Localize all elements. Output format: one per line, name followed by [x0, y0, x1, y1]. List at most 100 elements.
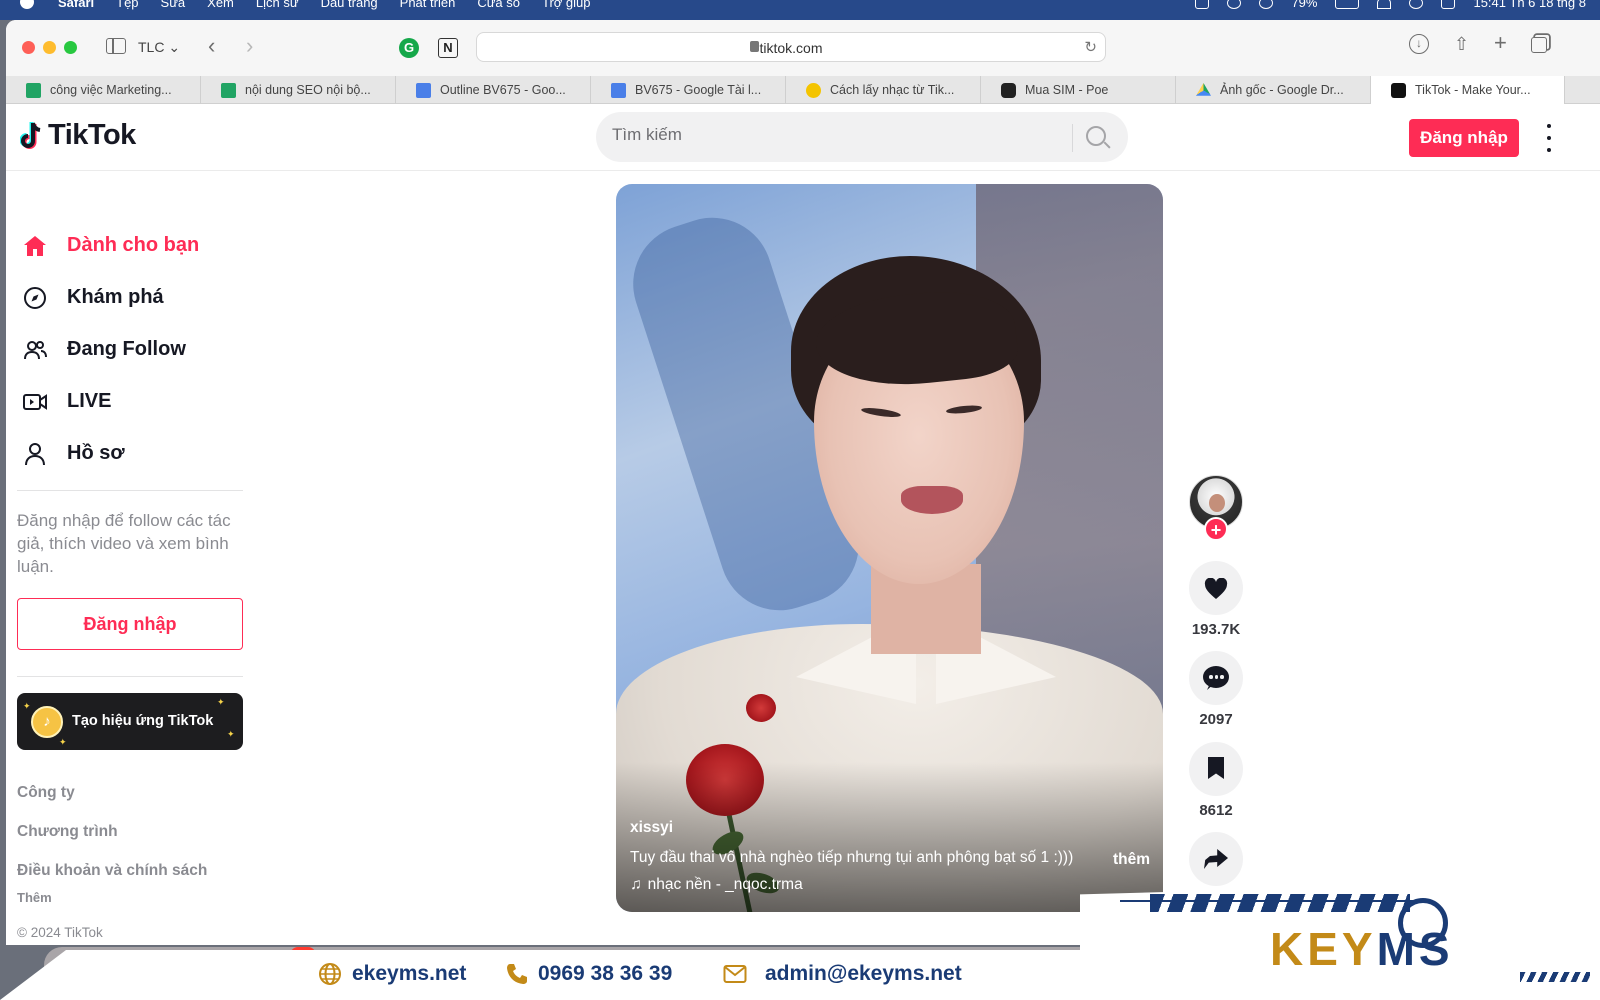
- grammarly-extension-icon[interactable]: G: [399, 38, 419, 58]
- zoom-window-icon[interactable]: [64, 41, 77, 54]
- footer-link-terms[interactable]: Điều khoản và chính sách: [17, 862, 249, 880]
- video-music[interactable]: ♫ nhạc nền - _nqoc.trma: [630, 876, 803, 894]
- control-center-icon[interactable]: [1441, 0, 1456, 9]
- footer-more-link[interactable]: Thêm: [17, 890, 249, 905]
- nav-label: Dành cho bạn: [67, 234, 200, 256]
- menu-file[interactable]: Tệp: [116, 0, 138, 10]
- search-bar: [596, 112, 1128, 162]
- tiktok-wordmark: TikTok: [48, 119, 136, 151]
- minimize-window-icon[interactable]: [43, 41, 56, 54]
- battery-icon[interactable]: [1335, 0, 1360, 9]
- browser-tab[interactable]: Outline BV675 - Goo...: [396, 76, 591, 104]
- browser-tab[interactable]: công việc Marketing...: [6, 76, 201, 104]
- sidebar-footer: Công ty Chương trình Điều khoản và chính…: [17, 784, 249, 940]
- browser-tab[interactable]: BV675 - Google Tài l...: [591, 76, 786, 104]
- following-icon: [24, 341, 47, 360]
- reload-icon[interactable]: ↻: [1084, 38, 1097, 56]
- save-count: 8612: [1199, 802, 1233, 819]
- profile-selector[interactable]: TLC ⌄: [138, 39, 180, 56]
- menu-app-name[interactable]: Safari: [58, 0, 94, 10]
- tab-label: Mua SIM - Poe: [1025, 83, 1109, 97]
- notion-extension-icon[interactable]: N: [438, 38, 458, 58]
- status-icon[interactable]: [1227, 0, 1242, 9]
- status-icon[interactable]: [1259, 0, 1274, 9]
- browser-tab-active[interactable]: TikTok - Make Your...: [1371, 76, 1565, 104]
- menu-view[interactable]: Xem: [207, 0, 234, 10]
- save-button[interactable]: [1189, 742, 1243, 796]
- menubar-clock[interactable]: 15:41 Th 6 18 thg 8: [1473, 0, 1586, 10]
- tiktok-note-svg: [20, 121, 41, 149]
- menu-develop[interactable]: Phát triển: [400, 0, 456, 10]
- apple-menu-icon[interactable]: [20, 0, 34, 9]
- back-icon[interactable]: ‹: [208, 35, 215, 57]
- logo-text-key: KEY: [1270, 923, 1377, 975]
- url-text: tiktok.com: [759, 40, 823, 56]
- heart-icon: [1204, 578, 1228, 599]
- bookmark-icon: [1208, 757, 1224, 779]
- search-icon[interactable]: [1086, 126, 1106, 146]
- compass-icon: [24, 287, 46, 309]
- nav-profile[interactable]: Hồ sơ: [17, 428, 249, 480]
- sidebar-login-button[interactable]: Đăng nhập: [17, 598, 243, 650]
- tab-label: nội dung SEO nội bộ...: [245, 83, 371, 97]
- browser-tab[interactable]: Ảnh gốc - Google Dr...: [1176, 76, 1371, 104]
- share-button[interactable]: [1189, 832, 1243, 886]
- spotlight-icon[interactable]: [1409, 0, 1424, 9]
- menu-window[interactable]: Cửa sổ: [477, 0, 520, 10]
- address-bar[interactable]: tiktok.com ↻: [476, 32, 1106, 62]
- tab-label: TikTok - Make Your...: [1415, 83, 1531, 97]
- share-arrow-icon: [1204, 849, 1228, 869]
- status-icon[interactable]: [1195, 0, 1210, 9]
- music-note-icon: ♫: [630, 876, 642, 893]
- video-author[interactable]: xissyi: [630, 819, 673, 837]
- create-effect-button[interactable]: ♪ Tạo hiệu ứng TikTok ✦ ✦ ✦ ✦: [17, 693, 243, 750]
- follow-plus-icon[interactable]: +: [1204, 517, 1228, 541]
- menu-history[interactable]: Lịch sử: [256, 0, 299, 10]
- close-window-icon[interactable]: [22, 41, 35, 54]
- footer-link-programs[interactable]: Chương trình: [17, 823, 249, 841]
- sparkle-icon: ✦: [217, 697, 225, 707]
- tab-label: công việc Marketing...: [50, 83, 172, 97]
- footer-link-company[interactable]: Công ty: [17, 784, 249, 802]
- music-label: nhạc nền - _nqoc.trma: [647, 876, 803, 893]
- menu-edit[interactable]: Sửa: [161, 0, 186, 10]
- browser-tab[interactable]: Cách lấy nhạc từ Tik...: [786, 76, 981, 104]
- sidebar-toggle-icon[interactable]: [106, 38, 126, 54]
- more-options-icon[interactable]: [1546, 124, 1552, 152]
- downloads-icon[interactable]: ↓: [1409, 34, 1429, 54]
- phone-icon: [507, 964, 527, 984]
- new-tab-icon[interactable]: +: [1494, 32, 1507, 54]
- keyms-logo: KEYMS: [1080, 880, 1600, 1000]
- tiktok-logo[interactable]: TikTok: [18, 119, 136, 152]
- docs-icon: [611, 83, 626, 98]
- nav-explore[interactable]: Khám phá: [17, 272, 249, 324]
- tab-overview-icon[interactable]: [1531, 37, 1547, 53]
- browser-tab[interactable]: Mua SIM - Poe: [981, 76, 1176, 104]
- header-login-button[interactable]: Đăng nhập: [1409, 119, 1519, 157]
- nav-live[interactable]: LIVE: [17, 376, 249, 428]
- sparkle-icon: ✦: [23, 701, 31, 711]
- browser-tab[interactable]: nội dung SEO nội bộ...: [201, 76, 396, 104]
- forward-icon[interactable]: ›: [246, 35, 253, 57]
- video-subject: [901, 486, 963, 514]
- avatar-face: [1209, 494, 1225, 512]
- menu-bookmarks[interactable]: Dấu trang: [321, 0, 378, 10]
- search-divider: [1072, 124, 1073, 152]
- menu-help[interactable]: Trợ giúp: [542, 0, 591, 10]
- banner-website: ekeyms.net: [352, 962, 467, 985]
- search-input[interactable]: [612, 125, 1052, 145]
- nav-for-you[interactable]: Dành cho bạn: [17, 220, 249, 272]
- nav-following[interactable]: Đang Follow: [17, 324, 249, 376]
- nav-label: Khám phá: [67, 286, 164, 308]
- globe-icon: [319, 963, 341, 985]
- wifi-icon[interactable]: [1377, 0, 1392, 9]
- comment-button[interactable]: [1189, 651, 1243, 705]
- like-count: 193.7K: [1191, 621, 1241, 638]
- video-player[interactable]: xissyi Tuy đầu thai vô nhà nghèo tiếp nh…: [616, 184, 1163, 912]
- sidebar-divider: [17, 490, 243, 491]
- tiktok-note-icon: [18, 121, 42, 151]
- caption-more-link[interactable]: thêm: [1113, 851, 1150, 869]
- video-caption: Tuy đầu thai vô nhà nghèo tiếp nhưng tụi…: [630, 849, 1074, 866]
- share-icon[interactable]: ⇧: [1454, 34, 1469, 54]
- like-button[interactable]: [1189, 561, 1243, 615]
